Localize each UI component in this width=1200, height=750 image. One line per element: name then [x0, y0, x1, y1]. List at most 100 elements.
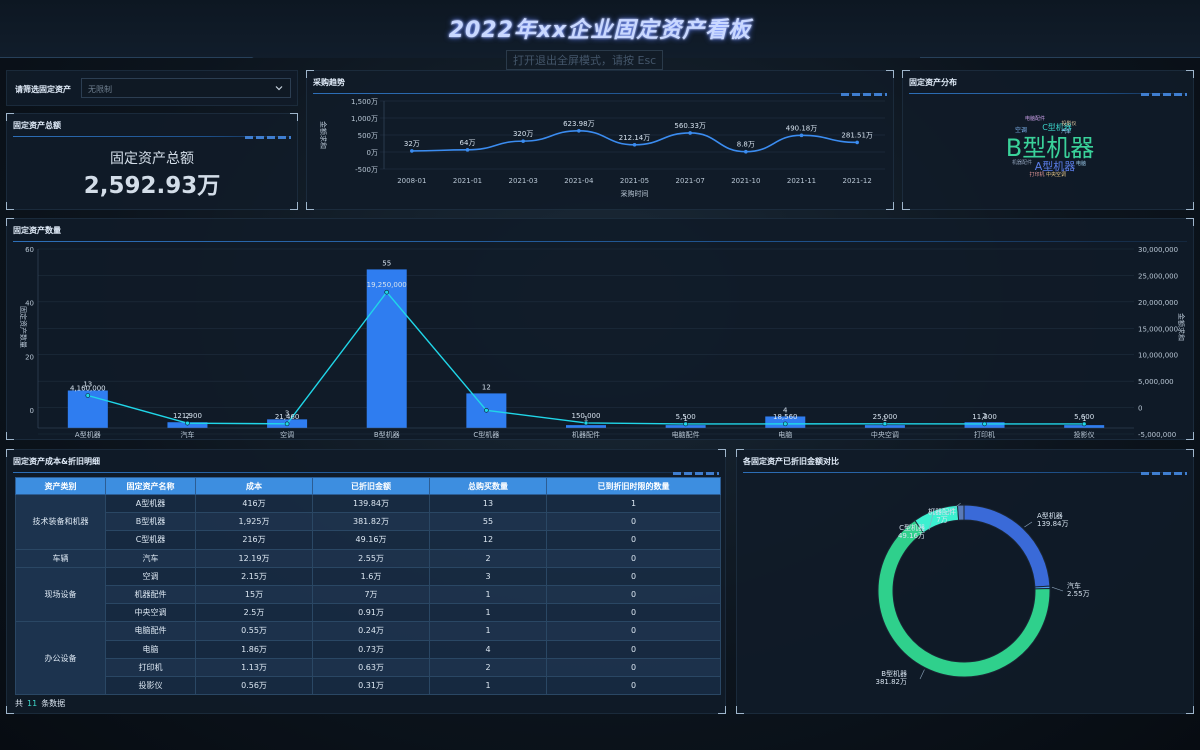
trend-x-tick: 2021-11	[787, 177, 816, 185]
trend-y-label: 金额求和	[319, 121, 328, 149]
total-panel: 固定资产总额 固定资产总额 2,592.93万	[6, 113, 298, 210]
qty-amount-label: 4,160,000	[70, 385, 106, 393]
table-cell: 空调	[105, 566, 196, 586]
table-cell: 2	[429, 657, 547, 677]
table-cell: 1,925万	[195, 512, 313, 532]
trend-point[interactable]	[465, 148, 470, 152]
qty-amount-point[interactable]	[85, 393, 91, 398]
table-cell: 13	[429, 493, 547, 514]
col-header-cost[interactable]: 成本	[195, 477, 313, 495]
table-cell: 2	[429, 548, 547, 568]
qty-x-tick: 中央空调	[871, 430, 899, 439]
qty-amount-point[interactable]	[484, 408, 489, 413]
word-pc-parts: 电脑配件	[1025, 115, 1045, 122]
qty-amount-label: 11,300	[972, 413, 997, 421]
qty-amount-point[interactable]	[284, 421, 290, 427]
qty-amount-label: 21,460	[275, 413, 300, 421]
category-cell: 办公设备	[15, 621, 106, 696]
table-cell: 7万	[312, 584, 430, 605]
col-header-depreciated[interactable]: 已折旧金额	[312, 477, 430, 495]
qty-amount-point[interactable]	[683, 421, 688, 427]
table-header-row: 资产类别 固定资产名称 成本 已折旧金额 总购买数量 已到折旧时限的数量	[15, 477, 721, 495]
table-cell: 投影仪	[105, 675, 196, 696]
table-cell: 0	[546, 566, 721, 586]
table-cell: 0.55万	[195, 621, 313, 641]
qty-amount-point[interactable]	[882, 421, 888, 427]
table-cell: 15万	[195, 584, 313, 605]
qty-amount-label: 121,900	[173, 412, 202, 420]
trend-point[interactable]	[688, 131, 692, 135]
trend-point[interactable]	[577, 128, 581, 133]
table-row[interactable]: 电脑 1.86万 0.73万 4 0	[16, 639, 721, 659]
table-cell: 0	[546, 512, 721, 532]
qty-amount-label: 5,600	[1074, 413, 1094, 421]
trend-data-label: 490.18万	[786, 124, 818, 132]
qty-y2-tick: 30,000,000	[1138, 246, 1178, 254]
trend-data-label: 560.33万	[674, 122, 706, 130]
row-count: 11	[27, 699, 38, 708]
table-cell: 381.82万	[312, 512, 430, 532]
table-cell: 1.6万	[312, 566, 430, 586]
donut-leader-line	[1051, 586, 1064, 592]
donut-slice-value: 7万	[936, 516, 947, 524]
qty-amount-point[interactable]	[782, 421, 788, 427]
category-cell: 车辆	[15, 548, 106, 568]
table-cell: 1.86万	[195, 639, 313, 659]
table-cell: 2.15万	[195, 566, 313, 586]
table-row[interactable]: 现场设备 空调 2.15万 1.6万 3 0	[15, 566, 721, 623]
qty-bar[interactable]	[566, 425, 606, 428]
trend-x-tick: 2021-10	[731, 177, 760, 185]
table-cell: 1	[429, 603, 547, 623]
donut-slice-name: A型机器	[1037, 511, 1063, 520]
table-cell: 0.56万	[195, 675, 313, 696]
qty-x-tick: 机器配件	[572, 430, 600, 439]
trend-point[interactable]	[744, 149, 748, 154]
table-row[interactable]: 机器配件 15万 7万 1 0	[16, 584, 721, 605]
col-header-name[interactable]: 固定资产名称	[105, 477, 196, 495]
table-row[interactable]: 车辆 汽车 12.19万 2.55万 2 0	[15, 548, 721, 568]
trend-point[interactable]	[855, 140, 859, 145]
table-cell: B型机器	[105, 512, 196, 532]
trend-y-tick: -500万	[355, 166, 378, 174]
trend-y-tick: 1,500万	[351, 98, 378, 106]
col-header-category[interactable]: 资产类别	[15, 477, 106, 495]
trend-data-label: 64万	[460, 139, 476, 147]
quantity-panel: 固定资产数量 30,000,000 25,000,000 20,000,000 15,…	[6, 218, 1194, 440]
depreciation-donut-chart: A型机器139.84万汽车2.55万 B型机器381.82万 C型机器49.16万 机…	[876, 502, 1090, 686]
qty-amount-point[interactable]	[384, 289, 390, 295]
trend-y-tick: 1,000万	[351, 115, 378, 123]
asset-filter-select[interactable]: 无限制	[81, 78, 291, 98]
table-cell: 0	[546, 675, 721, 696]
filter-select-value: 无限制	[88, 85, 112, 94]
qty-x-tick: 空调	[280, 430, 294, 439]
word-computer: 电脑	[1076, 160, 1086, 167]
table-row[interactable]: 办公设备 电脑配件 0.55万 0.24万 1 0	[15, 621, 721, 696]
qty-amount-point[interactable]	[185, 420, 190, 426]
table-footer: 共 11 条数据	[15, 699, 66, 708]
table-row[interactable]: 中央空调 2.5万 0.91万 1 0	[16, 603, 721, 623]
donut-slice[interactable]	[956, 504, 965, 521]
table-row[interactable]: 技术装备和机器 A型机器 416万 139.84万 13 1	[15, 493, 721, 550]
table-cell: 1	[546, 493, 721, 514]
col-header-expired-qty[interactable]: 已到折旧时限的数量	[546, 477, 721, 495]
table-row[interactable]: 打印机 1.13万 0.63万 2 0	[16, 657, 721, 677]
qty-amount-point[interactable]	[982, 421, 987, 427]
trend-point[interactable]	[521, 139, 525, 143]
trend-y-tick: 500万	[358, 132, 378, 140]
word-b-machine: B型机器	[1006, 134, 1094, 162]
table-panel-title: 固定资产成本&折旧明细	[13, 453, 719, 475]
trend-point[interactable]	[632, 142, 637, 147]
qty-amount-point[interactable]	[583, 420, 589, 426]
table-row[interactable]: 投影仪 0.56万 0.31万 1 0	[16, 675, 721, 696]
qty-y2-label: 金额求和	[1177, 313, 1186, 341]
trend-point[interactable]	[410, 149, 414, 153]
col-header-total-qty[interactable]: 总购买数量	[429, 477, 547, 495]
qty-amount-point[interactable]	[1081, 421, 1087, 427]
table-row[interactable]: C型机器 216万 49.16万 12 0	[16, 530, 721, 550]
table-row[interactable]: B型机器 1,925万 381.82万 55 0	[16, 512, 721, 532]
table-cell: 0	[546, 621, 721, 641]
table-cell: 中央空调	[105, 603, 196, 623]
table-cell: 机器配件	[105, 584, 196, 605]
trend-point[interactable]	[799, 133, 804, 138]
trend-data-label: 281.51万	[841, 131, 873, 139]
